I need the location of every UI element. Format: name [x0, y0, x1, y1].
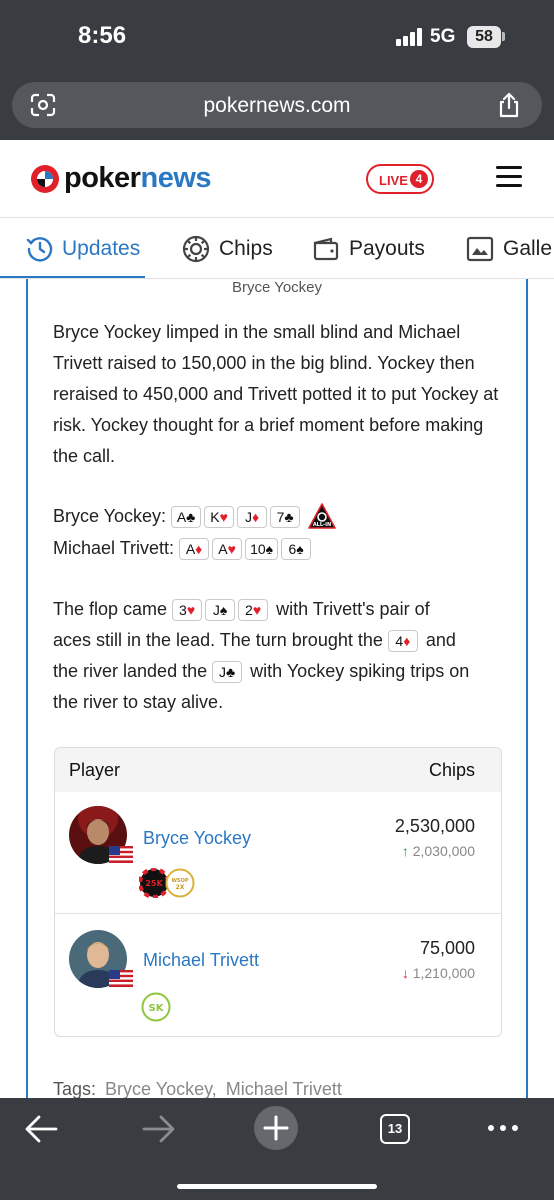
chip-change: ↓ 1,210,000: [401, 965, 475, 981]
clock-icon: [26, 237, 53, 262]
playing-card: K♥: [204, 506, 235, 529]
player-name-link[interactable]: Michael Trivett: [143, 950, 259, 971]
hand-trivett: Michael Trivett: A♦ A♥ 10♠ 6♠: [53, 535, 314, 561]
column-header-player: Player: [69, 760, 121, 780]
logo-text-poker: poker: [64, 162, 141, 194]
logo-text-news: news: [140, 162, 212, 194]
arrow-down-icon: ↓: [401, 965, 409, 981]
tab-updates-label: Updates: [62, 237, 141, 260]
tab-chips-label: Chips: [219, 237, 273, 260]
playing-card: 6♠: [281, 538, 312, 561]
url-text: pokernews.com: [203, 94, 351, 117]
more-options-icon[interactable]: [488, 1125, 518, 1131]
live-count-badge: 4: [410, 170, 428, 188]
board-text-line-1: The flop came 3♥ J♠ 2♥ with Trivett's pair…: [53, 596, 430, 622]
playing-card: A♣: [171, 506, 202, 529]
tab-gallery-label: Galle: [503, 237, 553, 260]
chip-count: 75,000: [419, 938, 475, 958]
playing-card: J♣: [212, 661, 243, 684]
us-flag-icon: [109, 846, 133, 863]
chip-icon: [182, 235, 210, 263]
hand-player-name: Michael Trivett:: [53, 538, 175, 558]
table-row: Bryce Yockey 2,530,000 ↑ 2,030,000 25K W…: [55, 792, 501, 914]
tab-payouts-label: Payouts: [349, 237, 425, 260]
site-header: pokernews LIVE 4: [0, 140, 554, 218]
live-button[interactable]: LIVE 4: [366, 164, 434, 194]
us-flag-icon: [109, 970, 133, 987]
forward-arrow-icon[interactable]: [142, 1114, 176, 1144]
playing-card: J♦: [237, 506, 268, 529]
playing-card: J♠: [205, 599, 236, 622]
status-bar: 8:56 5G 58: [0, 0, 554, 74]
battery-tip: [502, 32, 505, 41]
tab-gallery[interactable]: Galle: [466, 219, 554, 278]
battery-icon: 58: [467, 26, 501, 48]
wsop-badge-icon: WSOP 2X: [165, 868, 195, 898]
playing-card: A♥: [212, 538, 243, 561]
back-arrow-icon[interactable]: [24, 1114, 58, 1144]
table-header: Player Chips: [55, 748, 501, 792]
column-header-chips: Chips: [428, 760, 475, 780]
board-text-line-3: the river landed the J♣ with Yockey spik…: [53, 658, 469, 684]
chip-count-table: Player Chips Bryce Yockey 2,530,000 ↑ 2,…: [54, 747, 502, 1037]
hand-yockey: Bryce Yockey: A♣ K♥ J♦ 7♣ ALL-IN: [53, 503, 336, 530]
new-tab-button[interactable]: [254, 1106, 298, 1150]
chip-count: 2,530,000: [394, 816, 475, 836]
address-bar[interactable]: pokernews.com: [12, 82, 542, 128]
tag-link[interactable]: Michael Trivett: [226, 1079, 342, 1099]
status-time: 8:56: [78, 22, 127, 49]
playing-card: 2♥: [238, 599, 269, 622]
image-icon: [466, 236, 494, 262]
tab-switcher-button[interactable]: 13: [380, 1114, 410, 1144]
home-indicator: [177, 1184, 377, 1189]
live-label: LIVE: [379, 173, 408, 188]
playing-card: 3♥: [172, 599, 203, 622]
board-text-line-2: aces still in the lead. The turn brought…: [53, 627, 456, 653]
section-tabs: Updates Chips Payouts Galle: [0, 219, 554, 279]
tab-payouts[interactable]: Payouts: [312, 219, 442, 278]
signal-icon: [396, 28, 422, 46]
plus-icon: [263, 1115, 289, 1141]
pokernews-logo-icon: [31, 165, 59, 193]
tags-line: Tags: Bryce Yockey, Michael Trivett: [53, 1079, 342, 1100]
playing-card: 7♣: [270, 506, 301, 529]
tags-label: Tags:: [53, 1079, 97, 1099]
board-text-line-4: the river to stay alive.: [53, 692, 224, 712]
chip-change: ↑ 2,030,000: [401, 843, 475, 859]
svg-text:2X: 2X: [176, 884, 185, 891]
sk-badge-icon: SK: [141, 992, 171, 1022]
wallet-icon: [313, 237, 339, 261]
hand-player-name: Bryce Yockey:: [53, 506, 167, 526]
table-row: Michael Trivett 75,000 ↓ 1,210,000 SK: [55, 914, 501, 1036]
tab-updates[interactable]: Updates: [0, 219, 145, 278]
playing-card: A♦: [179, 538, 210, 561]
player-name-link[interactable]: Bryce Yockey: [143, 828, 251, 849]
playing-card: 10♠: [245, 538, 279, 561]
network-type: 5G: [430, 26, 456, 47]
all-in-icon: ALL-IN: [308, 503, 336, 530]
svg-text:SK: SK: [149, 1003, 165, 1014]
all-in-label: ALL-IN: [313, 522, 331, 528]
photo-caption: Bryce Yockey: [231, 279, 323, 296]
live-update-card: Bryce Yockey Bryce Yockey limped in the …: [26, 279, 528, 1109]
playing-card: 4♦: [387, 630, 418, 653]
hamburger-menu-icon[interactable]: [496, 166, 522, 188]
tab-chips[interactable]: Chips: [182, 219, 292, 278]
tag-link[interactable]: Bryce Yockey,: [105, 1079, 217, 1099]
browser-toolbar: pokernews.com: [0, 74, 554, 140]
svg-text:25K: 25K: [145, 879, 163, 888]
arrow-up-icon: ↑: [401, 843, 409, 859]
share-icon[interactable]: [496, 91, 522, 119]
update-paragraph: Bryce Yockey limped in the small blind a…: [53, 322, 499, 466]
